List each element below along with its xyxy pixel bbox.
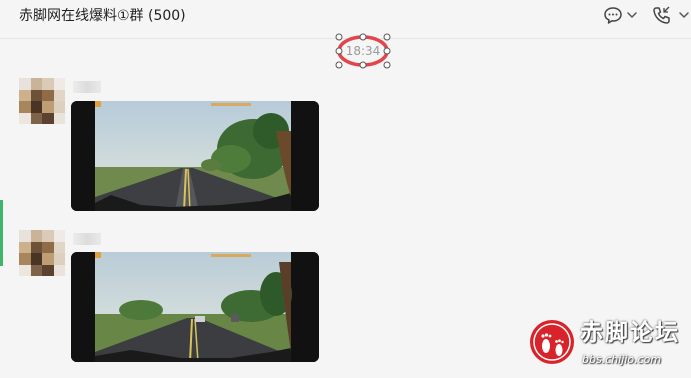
forum-watermark: 赤脚论坛 bbs.chijio.com	[528, 318, 691, 378]
avatar[interactable]	[19, 78, 65, 124]
time-divider: 18:34	[335, 33, 391, 69]
video-message[interactable]	[71, 252, 319, 362]
chat-title: 赤脚网在线爆料①群 (500)	[19, 8, 186, 24]
video-message[interactable]	[71, 101, 319, 211]
watermark-url: bbs.chijio.com	[582, 353, 662, 366]
footprint-logo-icon	[530, 320, 574, 364]
watermark-title: 赤脚论坛	[580, 320, 680, 346]
avatar[interactable]	[19, 230, 65, 276]
sender-name	[73, 81, 101, 93]
left-accent-bar	[0, 200, 3, 266]
phone-icon[interactable]	[651, 4, 673, 26]
chat-bubble-icon[interactable]	[602, 4, 624, 26]
chevron-down-icon[interactable]	[678, 4, 690, 26]
chevron-down-icon[interactable]	[626, 4, 638, 26]
sender-name	[73, 233, 101, 245]
annotation-ellipse	[335, 33, 391, 69]
